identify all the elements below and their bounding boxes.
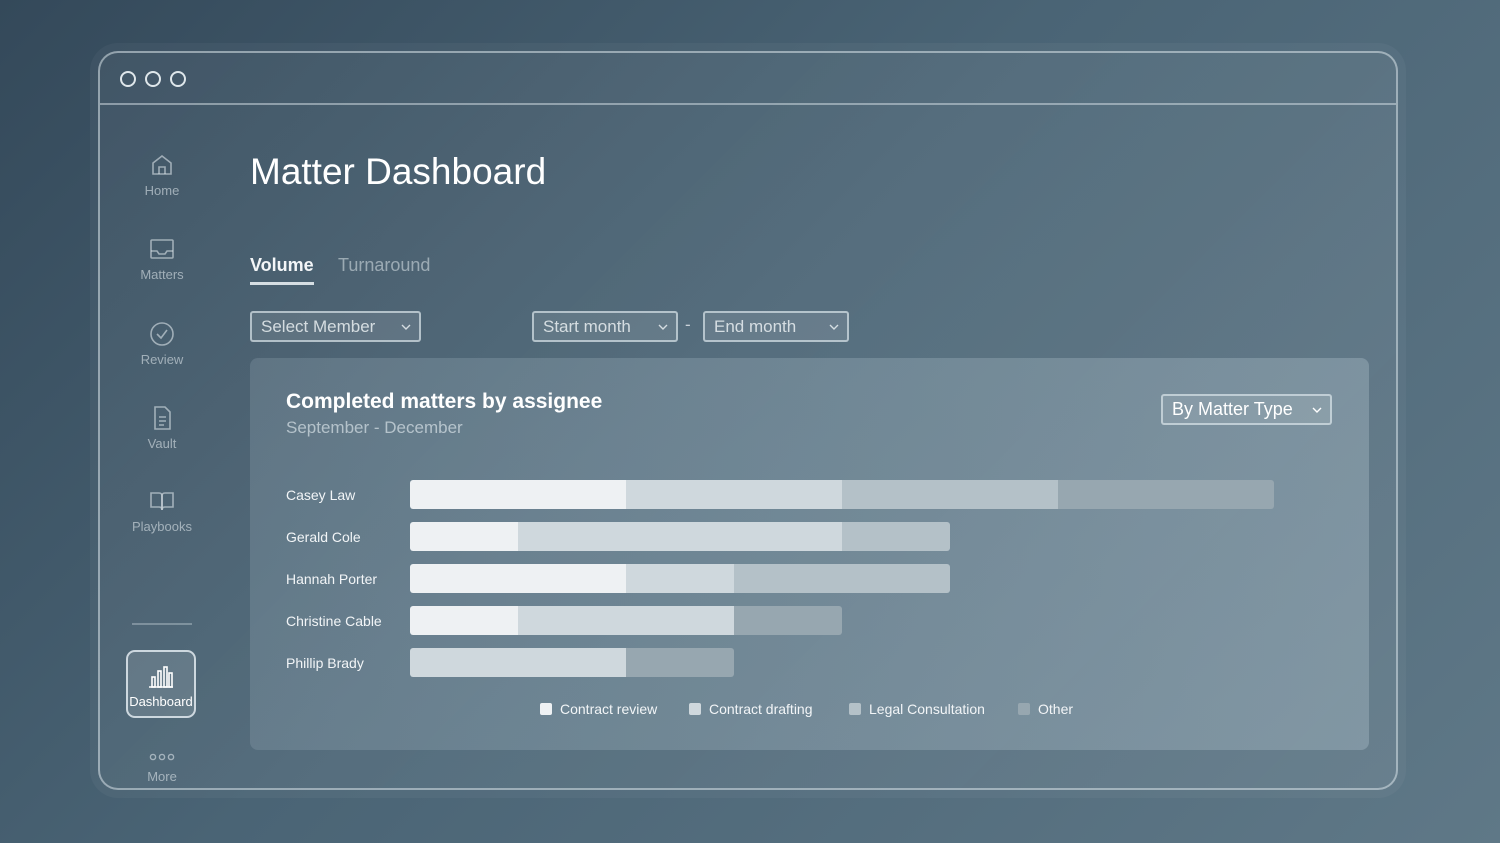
- bar-segment[interactable]: [518, 522, 842, 551]
- end-month-value: End month: [714, 317, 797, 336]
- sidebar-item-label: Home: [144, 183, 180, 198]
- tab-turnaround[interactable]: Turnaround: [338, 255, 430, 276]
- bar-row[interactable]: [410, 480, 1274, 509]
- bar-row[interactable]: [410, 564, 950, 593]
- check-circle-icon: [148, 320, 176, 348]
- bar-segment[interactable]: [626, 648, 734, 677]
- bar-segment[interactable]: [626, 564, 734, 593]
- group-by-select[interactable]: By Matter Type: [1161, 394, 1332, 425]
- sidebar-item-label: Vault: [147, 436, 177, 451]
- legend-swatch: [540, 703, 552, 715]
- sidebar-item-playbooks[interactable]: Playbooks: [100, 487, 224, 534]
- chart-title: Completed matters by assignee: [286, 390, 603, 413]
- sidebar-item-label: Review: [140, 352, 184, 367]
- bar-row[interactable]: [410, 522, 950, 551]
- sidebar-item-label: Matters: [140, 267, 184, 282]
- sidebar-divider: [132, 623, 192, 625]
- chart-card: Completed matters by assignee September …: [250, 358, 1369, 750]
- sidebar-item-review[interactable]: Review: [100, 320, 224, 367]
- window-titlebar: [100, 53, 1396, 105]
- bar-segment[interactable]: [410, 648, 626, 677]
- home-icon: [148, 151, 176, 179]
- bar-segment[interactable]: [842, 480, 1058, 509]
- sidebar: Home Matters Review Vault Playbooks Dash…: [100, 105, 224, 788]
- legend-swatch: [689, 703, 701, 715]
- legend-label: Legal Consultation: [869, 701, 985, 717]
- bar-segment[interactable]: [734, 564, 950, 593]
- bar-segment[interactable]: [842, 522, 950, 551]
- legend-label: Other: [1038, 701, 1074, 717]
- sidebar-item-dashboard[interactable]: Dashboard: [126, 650, 196, 718]
- bar-label: Phillip Brady: [286, 655, 364, 671]
- bar-segment[interactable]: [626, 480, 842, 509]
- sidebar-item-vault[interactable]: Vault: [100, 404, 224, 451]
- sidebar-item-matters[interactable]: Matters: [100, 235, 224, 282]
- inbox-icon: [148, 235, 176, 263]
- bar-segment[interactable]: [410, 606, 518, 635]
- more-dots-icon: [148, 749, 176, 765]
- chevron-down-icon: [829, 324, 839, 330]
- sidebar-item-more[interactable]: More: [100, 749, 224, 784]
- sidebar-item-label: Dashboard: [129, 694, 193, 709]
- legend-swatch: [1018, 703, 1030, 715]
- end-month-select[interactable]: End month: [703, 311, 849, 342]
- start-month-select[interactable]: Start month: [532, 311, 678, 342]
- bar-label: Casey Law: [286, 487, 356, 503]
- sidebar-item-home[interactable]: Home: [100, 151, 224, 198]
- legend-item-other[interactable]: Other: [1018, 701, 1073, 717]
- chart-subtitle: September - December: [286, 418, 463, 437]
- start-month-value: Start month: [543, 317, 631, 336]
- window-close-icon[interactable]: [120, 71, 136, 87]
- legend-label: Contract drafting: [709, 701, 813, 717]
- chevron-down-icon: [401, 324, 411, 330]
- bar-chart-icon: [147, 662, 175, 690]
- date-range-separator: -: [685, 315, 691, 334]
- legend-item-contract-review[interactable]: Contract review: [540, 701, 657, 717]
- chevron-down-icon: [658, 324, 668, 330]
- member-select[interactable]: Select Member: [250, 311, 421, 342]
- document-icon: [148, 404, 176, 432]
- legend-item-legal-consultation[interactable]: Legal Consultation: [849, 701, 985, 717]
- book-icon: [148, 487, 176, 515]
- page-title: Matter Dashboard: [250, 151, 547, 192]
- tab-volume[interactable]: Volume: [250, 255, 314, 285]
- member-select-value: Select Member: [261, 317, 376, 336]
- bar-row[interactable]: [410, 606, 842, 635]
- sidebar-item-label: Playbooks: [132, 519, 192, 534]
- app-window: Home Matters Review Vault Playbooks Dash…: [98, 51, 1398, 790]
- chevron-down-icon: [1312, 407, 1322, 413]
- bar-segment[interactable]: [734, 606, 842, 635]
- window-maximize-icon[interactable]: [170, 71, 186, 87]
- bar-segment[interactable]: [410, 522, 518, 551]
- bar-segment[interactable]: [410, 480, 626, 509]
- bar-label: Christine Cable: [286, 613, 382, 629]
- bar-segment[interactable]: [410, 564, 626, 593]
- legend-swatch: [849, 703, 861, 715]
- bar-label: Gerald Cole: [286, 529, 361, 545]
- legend-label: Contract review: [560, 701, 658, 717]
- bar-label: Hannah Porter: [286, 571, 378, 587]
- bar-row[interactable]: [410, 648, 734, 677]
- group-by-value: By Matter Type: [1172, 399, 1293, 419]
- bar-segment[interactable]: [1058, 480, 1274, 509]
- window-minimize-icon[interactable]: [145, 71, 161, 87]
- legend-item-contract-drafting[interactable]: Contract drafting: [689, 701, 813, 717]
- sidebar-item-label: More: [147, 769, 177, 784]
- bar-segment[interactable]: [518, 606, 734, 635]
